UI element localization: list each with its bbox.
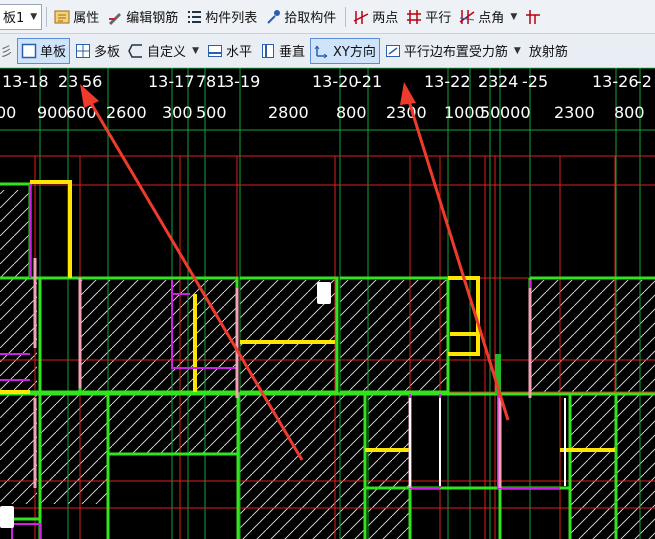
two-points-button[interactable]: 两点 bbox=[350, 4, 401, 30]
point-angle-button[interactable]: 点角 ▼ bbox=[456, 4, 520, 30]
dimension-value: 800 bbox=[336, 103, 367, 122]
dimension-value: 2300 bbox=[554, 103, 595, 122]
xy-direction-button[interactable]: XY方向 bbox=[310, 37, 380, 64]
xy-direction-label: XY方向 bbox=[333, 45, 376, 60]
toolbar-top: 板1 ▼ 属性 编辑钢筋 构件列表 拾取构件 两点 平行 点角 ▼ bbox=[0, 0, 655, 34]
dimension-value: 2300 bbox=[386, 103, 427, 122]
slab[interactable] bbox=[0, 190, 30, 278]
slab[interactable] bbox=[40, 394, 108, 504]
chevron-down-icon: ▼ bbox=[192, 45, 199, 56]
parallel-edge-icon bbox=[385, 43, 401, 59]
column-marker bbox=[0, 506, 14, 528]
slab[interactable] bbox=[80, 280, 172, 392]
more-tool-button[interactable] bbox=[522, 4, 547, 30]
white-edges bbox=[409, 398, 566, 486]
radial-rebar-button[interactable]: 放射筋 bbox=[526, 38, 571, 64]
column-marker bbox=[317, 282, 331, 304]
parallel-edge-rebar-button[interactable]: 平行边布置受力筋 ▼ bbox=[382, 38, 524, 64]
point-angle-icon bbox=[459, 9, 475, 25]
axis-label: 13-18 bbox=[2, 72, 49, 91]
slab[interactable] bbox=[570, 394, 655, 539]
component-list-label: 构件列表 bbox=[205, 11, 258, 26]
single-slab-button[interactable]: 单板 bbox=[17, 37, 71, 64]
axis-label: -25 bbox=[522, 72, 548, 91]
single-slab-label: 单板 bbox=[40, 45, 67, 60]
toolbar-divider bbox=[345, 6, 347, 27]
chevron-down-icon: ▼ bbox=[513, 45, 521, 56]
parallel-label: 平行 bbox=[425, 11, 452, 26]
properties-label: 属性 bbox=[73, 11, 100, 26]
properties-icon bbox=[54, 9, 70, 25]
horizontal-button[interactable]: 水平 bbox=[204, 38, 255, 64]
slab[interactable] bbox=[368, 394, 410, 539]
layer-select-value: 板1 bbox=[3, 11, 25, 26]
pick-component-label: 拾取构件 bbox=[284, 11, 337, 26]
axis-label: 13-22 bbox=[424, 72, 471, 91]
parallel-icon bbox=[406, 9, 422, 25]
horizontal-label: 水平 bbox=[225, 45, 252, 60]
chevron-down-icon: ▼ bbox=[30, 11, 38, 22]
custom-label: 自定义 bbox=[147, 45, 187, 60]
axis-label: 13-26 bbox=[592, 72, 639, 91]
axis-label: 23 bbox=[58, 72, 78, 91]
axis-label: 7 bbox=[196, 72, 206, 91]
slab[interactable] bbox=[0, 394, 37, 504]
horizontal-icon bbox=[207, 43, 223, 59]
dimension-value: 900 bbox=[37, 103, 68, 122]
two-points-icon bbox=[353, 9, 369, 25]
axis-label: -21 bbox=[356, 72, 382, 91]
xy-direction-icon bbox=[314, 43, 330, 59]
axis-label: 3-19 bbox=[224, 72, 260, 91]
single-slab-icon bbox=[21, 43, 37, 59]
dimension-value: 2600 bbox=[106, 103, 147, 122]
dimension-value: 500 bbox=[196, 103, 227, 122]
slab[interactable] bbox=[240, 394, 365, 539]
partial-tool-label: 彡 bbox=[0, 45, 14, 60]
axis-label: -2 bbox=[636, 72, 652, 91]
axis-label: 24 bbox=[498, 72, 518, 91]
dimension-value: 50 bbox=[480, 103, 500, 122]
multi-slab-icon bbox=[75, 43, 91, 59]
axis-label: 13-17 bbox=[148, 72, 195, 91]
pencil-icon bbox=[107, 9, 123, 25]
slab[interactable] bbox=[0, 278, 37, 393]
slab[interactable] bbox=[108, 394, 238, 454]
toolbar-divider bbox=[46, 6, 48, 27]
radial-rebar-label: 放射筋 bbox=[528, 45, 568, 60]
custom-shape-icon bbox=[128, 43, 144, 59]
parallel-button[interactable]: 平行 bbox=[403, 4, 454, 30]
axis-label: 56 bbox=[82, 72, 102, 91]
parallel-edge-rebar-label: 平行边布置受力筋 bbox=[403, 45, 508, 60]
drawing-canvas[interactable]: 13-18 23 56 13-17 7 81 3-19 13-20 -21 13… bbox=[0, 68, 655, 539]
axis-label: 13-20 bbox=[312, 72, 359, 91]
dimension-value: 300 bbox=[162, 103, 193, 122]
vertical-icon bbox=[260, 43, 276, 59]
eyedropper-icon bbox=[265, 9, 281, 25]
multi-slab-label: 多板 bbox=[94, 45, 121, 60]
dimension-value: 800 bbox=[614, 103, 645, 122]
dimension-value: 1000 bbox=[444, 103, 485, 122]
edit-rebar-label: 编辑钢筋 bbox=[126, 11, 179, 26]
pick-component-button[interactable]: 拾取构件 bbox=[262, 4, 339, 30]
component-list-button[interactable]: 构件列表 bbox=[183, 4, 260, 30]
toolbar-rebar: 彡 单板 多板 自定义 ▼ 水平 垂直 XY方向 平行边布置受力筋 ▼ 放射筋 bbox=[0, 34, 655, 68]
dimension-value: 00 bbox=[0, 103, 16, 122]
vertical-label: 垂直 bbox=[279, 45, 306, 60]
dimension-value: 000 bbox=[500, 103, 531, 122]
cross-axis-icon bbox=[525, 9, 541, 25]
properties-button[interactable]: 属性 bbox=[51, 4, 102, 30]
slab[interactable] bbox=[340, 280, 448, 392]
custom-button[interactable]: 自定义 ▼ bbox=[125, 38, 202, 64]
slab[interactable] bbox=[530, 280, 655, 392]
layer-select[interactable]: 板1 ▼ bbox=[0, 3, 43, 30]
chevron-down-icon: ▼ bbox=[510, 11, 518, 22]
two-points-label: 两点 bbox=[372, 11, 399, 26]
dimension-value: 2800 bbox=[268, 103, 309, 122]
multi-slab-button[interactable]: 多板 bbox=[72, 38, 123, 64]
axis-label: 23 bbox=[478, 72, 498, 91]
vertical-button[interactable]: 垂直 bbox=[257, 38, 308, 64]
list-icon bbox=[186, 9, 202, 25]
edit-rebar-button[interactable]: 编辑钢筋 bbox=[104, 4, 181, 30]
point-angle-label: 点角 bbox=[478, 11, 505, 26]
